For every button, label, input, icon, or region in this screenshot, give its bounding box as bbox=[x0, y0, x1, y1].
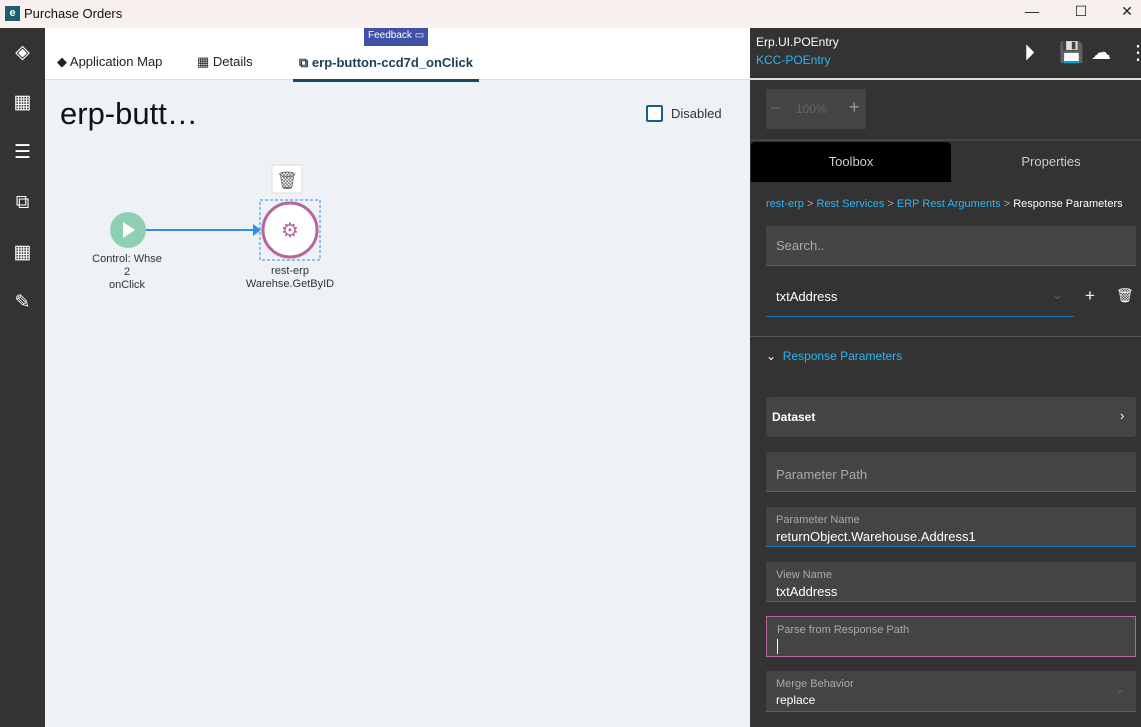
checkbox-box[interactable] bbox=[646, 105, 663, 122]
tab-label: Application Map bbox=[69, 54, 163, 69]
field-label: View Name bbox=[776, 569, 833, 581]
layout-icon[interactable]: ▦ bbox=[0, 88, 45, 118]
more-icon[interactable]: ⋮ bbox=[1128, 40, 1141, 65]
checklist-icon[interactable]: ☰ bbox=[0, 138, 45, 168]
window-title: Purchase Orders bbox=[24, 6, 123, 21]
feedback-label: Feedback bbox=[368, 30, 412, 41]
view-name-input[interactable]: View Name txtAddress bbox=[766, 562, 1136, 602]
dataset-row[interactable]: Dataset › bbox=[766, 397, 1136, 437]
run-icon[interactable]: ⏵ bbox=[1024, 40, 1035, 66]
field-value: returnObject.Warehouse.Address1 bbox=[776, 529, 976, 544]
merge-behavior-select[interactable]: Merge Behavior replace ⌄ bbox=[766, 671, 1136, 712]
zoom-in-button[interactable]: + bbox=[849, 97, 860, 118]
gear-icon: ⚙ bbox=[281, 220, 299, 242]
breadcrumb-item[interactable]: Rest Services bbox=[816, 198, 884, 210]
trash-icon[interactable]: 🗑 bbox=[1116, 287, 1134, 304]
search-input[interactable]: Search.. bbox=[766, 226, 1136, 266]
properties-panel: Erp.UI.POEntry KCC-POEntry ⏵ 💾 ☁ ⋮ − 100… bbox=[750, 28, 1141, 727]
view-select-value: txtAddress bbox=[776, 289, 838, 304]
parameter-name-input[interactable]: Parameter Name returnObject.Warehouse.Ad… bbox=[766, 507, 1136, 547]
label-line: rest-erp bbox=[271, 265, 309, 277]
zoom-control: − 100% + bbox=[766, 89, 866, 129]
field-value: replace bbox=[776, 693, 816, 707]
field-value: txtAddress bbox=[776, 584, 838, 599]
tab-bar: Feedback ▭ ◆ Application Map ▦ Details ⧉… bbox=[45, 28, 750, 82]
divider bbox=[750, 139, 1141, 141]
start-node-label: Control: Whse 2 onClick bbox=[77, 253, 177, 292]
tab-application-map[interactable]: ◆ Application Map bbox=[57, 54, 162, 70]
divider bbox=[750, 336, 1141, 337]
parameter-path-placeholder: Parameter Path bbox=[776, 467, 868, 482]
field-label: Parse from Response Path bbox=[777, 624, 910, 636]
trash-icon: 🗑 bbox=[276, 171, 298, 190]
disabled-checkbox[interactable]: Disabled bbox=[646, 105, 722, 122]
parse-from-response-path-input[interactable]: Parse from Response Path bbox=[766, 616, 1136, 657]
tab-label: Details bbox=[212, 54, 253, 69]
layout-icon: ▦ bbox=[197, 54, 210, 69]
layers-icon: ◆ bbox=[57, 54, 67, 69]
rest-node-label: rest-erp Warehse.GetByID bbox=[235, 265, 345, 291]
parameter-path-input[interactable]: Parameter Path bbox=[766, 452, 1136, 492]
tab-properties[interactable]: Properties bbox=[951, 142, 1141, 182]
zoom-out-button[interactable]: − bbox=[770, 98, 781, 119]
tab-erp-button-onclick[interactable]: ⧉ erp-button-ccd7d_onClick bbox=[293, 55, 479, 82]
response-parameters-section[interactable]: ⌄ Response Parameters bbox=[766, 349, 902, 363]
comment-icon: ▭ bbox=[414, 30, 425, 41]
breadcrumb-item[interactable]: ERP Rest Arguments bbox=[897, 198, 1001, 210]
save-icon[interactable]: 💾 bbox=[1059, 40, 1084, 65]
zoom-level: 100% bbox=[796, 102, 827, 116]
page-title: erp-butt… bbox=[60, 96, 198, 131]
label-line: onClick bbox=[108, 279, 146, 291]
grid-icon[interactable]: ▦ bbox=[0, 238, 45, 268]
edit-doc-icon[interactable]: ✎ bbox=[0, 288, 45, 318]
section-title: Response Parameters bbox=[782, 349, 903, 363]
search-placeholder: Search.. bbox=[776, 238, 825, 253]
minimize-button[interactable]: — bbox=[1017, 3, 1047, 23]
sidebar: ◈ ▦ ☰ ⧉ ▦ ✎ bbox=[0, 28, 45, 727]
layer-name[interactable]: KCC-POEntry bbox=[756, 53, 831, 67]
add-icon[interactable]: + bbox=[1085, 286, 1095, 306]
label-line: 2 bbox=[123, 266, 131, 278]
main-area: Feedback ▭ ◆ Application Map ▦ Details ⧉… bbox=[45, 28, 750, 727]
label-line: Control: Whse bbox=[92, 253, 162, 265]
tab-label: erp-button-ccd7d_onClick bbox=[311, 55, 473, 70]
tab-toolbox[interactable]: Toolbox bbox=[751, 142, 951, 182]
title-bar: e Purchase Orders — ☐ ✕ bbox=[0, 0, 1141, 28]
label-line: Warehse.GetByID bbox=[245, 278, 335, 290]
feedback-button[interactable]: Feedback ▭ bbox=[364, 28, 429, 46]
layers-icon[interactable]: ◈ bbox=[0, 38, 45, 68]
breadcrumb-current: Response Parameters bbox=[1013, 198, 1123, 210]
flow-icon[interactable]: ⧉ bbox=[0, 188, 45, 218]
cloud-upload-icon[interactable]: ☁ bbox=[1091, 40, 1111, 65]
close-button[interactable]: ✕ bbox=[1112, 3, 1141, 23]
chevron-down-icon: ⌄ bbox=[1114, 681, 1125, 696]
app-name: Erp.UI.POEntry bbox=[756, 35, 839, 49]
disabled-label: Disabled bbox=[671, 106, 722, 121]
chevron-down-icon: ⌄ bbox=[1052, 287, 1063, 302]
field-label: Parameter Name bbox=[776, 514, 860, 526]
flow-icon: ⧉ bbox=[299, 55, 309, 70]
breadcrumb-item[interactable]: rest-erp bbox=[766, 198, 804, 210]
dataset-label: Dataset bbox=[772, 410, 816, 424]
breadcrumb: rest-erp > Rest Services > ERP Rest Argu… bbox=[766, 198, 1123, 210]
text-cursor bbox=[777, 639, 778, 654]
tab-details[interactable]: ▦ Details bbox=[197, 54, 253, 70]
view-select[interactable]: txtAddress ⌄ bbox=[766, 280, 1074, 317]
divider bbox=[750, 78, 1141, 80]
chevron-down-icon: ⌄ bbox=[766, 349, 777, 363]
chevron-right-icon: › bbox=[1120, 408, 1125, 423]
field-label: Merge Behavior bbox=[776, 678, 854, 690]
app-logo: e bbox=[5, 6, 20, 21]
maximize-button[interactable]: ☐ bbox=[1066, 3, 1096, 23]
